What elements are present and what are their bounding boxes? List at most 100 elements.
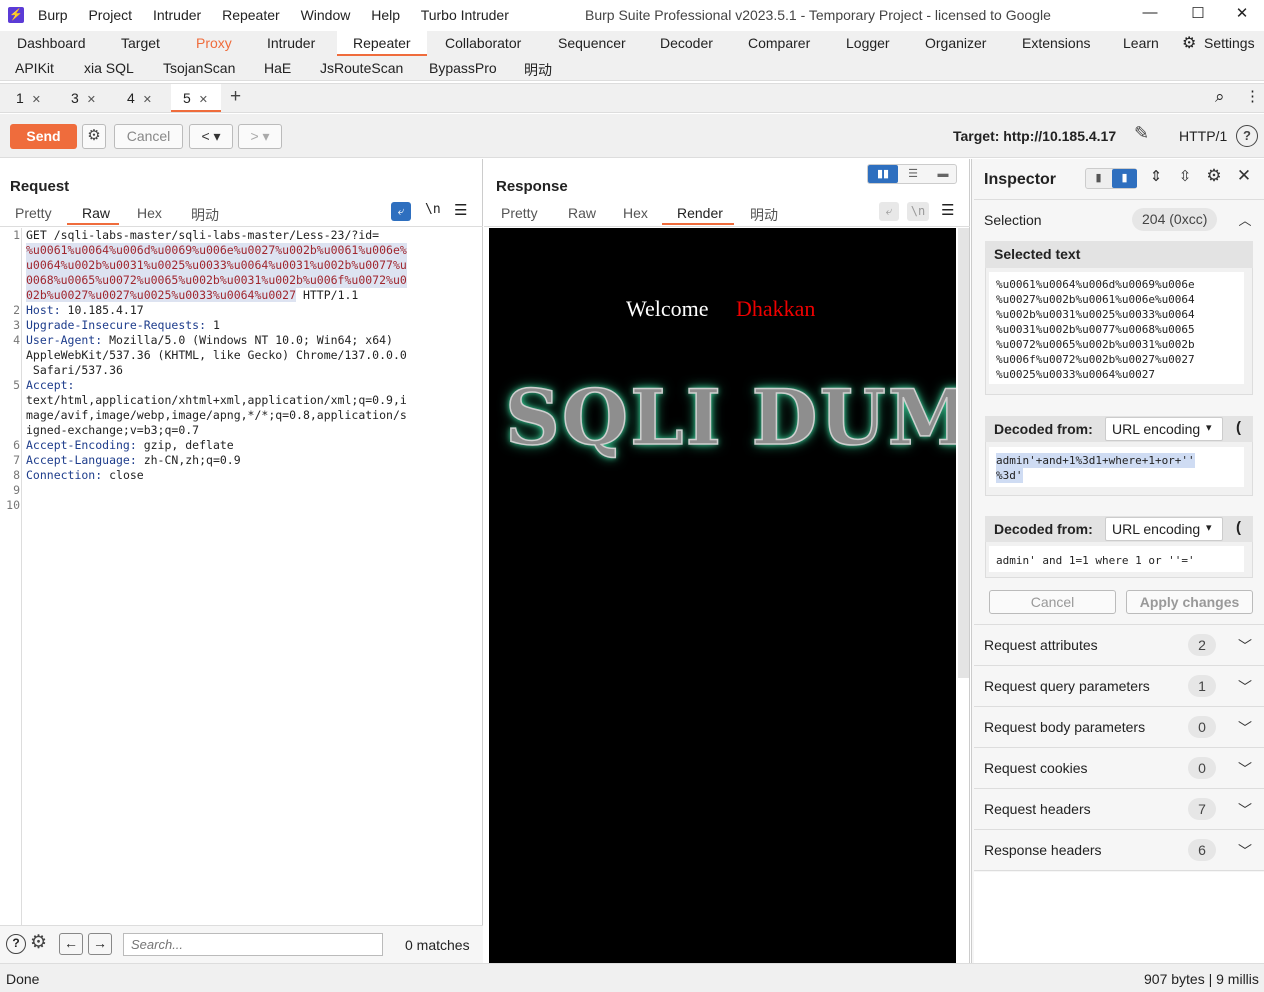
header-value-cont[interactable]: text/html,application/xhtml+xml,applicat… [26, 393, 407, 408]
request-search-input[interactable] [123, 933, 383, 956]
minimize-button[interactable]: — [1140, 4, 1160, 21]
header-value-cont[interactable]: AppleWebKit/537.36 (KHTML, like Gecko) C… [26, 348, 407, 363]
send-button[interactable]: Send [10, 124, 77, 149]
menu-turbo-intruder[interactable]: Turbo Intruder [421, 7, 509, 23]
request-headers-section[interactable]: Request headers 7 ﹀ [974, 789, 1264, 830]
request-query-parameters-section[interactable]: Request query parameters 1 ﹀ [974, 666, 1264, 707]
more-options-icon[interactable]: ⋮ [1245, 87, 1260, 105]
request-body-parameters-section[interactable]: Request body parameters 0 ﹀ [974, 707, 1264, 748]
tab-collaborator[interactable]: Collaborator [445, 35, 521, 51]
header-user-agent[interactable]: User-Agent: Mozilla/5.0 (Windows NT 10.0… [26, 333, 393, 348]
tab-bypasspro[interactable]: BypassPro [429, 60, 497, 76]
close-tab-icon[interactable]: ✕ [143, 94, 152, 106]
search-settings-gear-icon[interactable]: ⚙ [30, 931, 47, 954]
request-attributes-section[interactable]: Request attributes 2 ﹀ [974, 625, 1264, 666]
add-tab-icon[interactable]: + [230, 86, 241, 108]
request-selected-payload-end[interactable]: 02b%u0027%u0027%u0025%u0033%u0064%u0027 … [26, 288, 358, 303]
tab-comparer[interactable]: Comparer [748, 35, 810, 51]
tab-extensions[interactable]: Extensions [1022, 35, 1090, 51]
request-menu-icon[interactable]: ☰ [454, 201, 467, 219]
tab-target[interactable]: Target [121, 35, 160, 51]
collapse-all-icon[interactable]: ⇳ [1175, 167, 1195, 185]
response-headers-section[interactable]: Response headers 6 ﹀ [974, 830, 1264, 871]
cancel-button[interactable]: Cancel [114, 124, 183, 149]
menu-intruder[interactable]: Intruder [153, 7, 201, 23]
request-selected-payload[interactable]: u0064%u002b%u0031%u0025%u0033%u0064%u003… [26, 258, 407, 273]
request-tab-hex[interactable]: Hex [137, 205, 162, 221]
repeater-tab-4[interactable]: 4 ✕ [127, 90, 152, 106]
request-selected-payload[interactable]: %u0061%u0064%u006d%u0069%u006e%u0027%u00… [26, 243, 407, 258]
repeater-tab-5[interactable]: 5 ✕ [183, 90, 208, 106]
decoded-more-icon[interactable]: ( [1236, 419, 1241, 436]
layout-top-bottom-icon[interactable]: ☰ [898, 165, 928, 183]
newline-toggle-icon[interactable]: \n [907, 202, 929, 221]
response-tab-render[interactable]: Render [677, 205, 723, 221]
search-next-arrow-icon[interactable]: → [88, 933, 112, 955]
back-nav-button[interactable]: < ▾ [189, 124, 233, 149]
response-menu-icon[interactable]: ☰ [941, 201, 954, 219]
decoded-more-icon[interactable]: ( [1236, 519, 1241, 536]
inspector-dock-left-icon[interactable]: ▮ [1086, 169, 1111, 188]
layout-side-by-side-icon[interactable]: ▮▮ [868, 165, 898, 183]
menu-help[interactable]: Help [371, 7, 400, 23]
inspector-settings-gear-icon[interactable]: ⚙ [1204, 166, 1224, 186]
tab-sequencer[interactable]: Sequencer [558, 35, 626, 51]
response-tab-mingdong[interactable]: 明动 [750, 205, 778, 225]
settings-gear-icon[interactable]: ⚙ [1182, 33, 1196, 53]
tab-dashboard[interactable]: Dashboard [17, 35, 86, 51]
tab-learn[interactable]: Learn [1123, 35, 1159, 51]
header-upgrade-insecure-requests[interactable]: Upgrade-Insecure-Requests: 1 [26, 318, 220, 333]
inspector-dock-right-icon[interactable]: ▮ [1112, 169, 1137, 188]
request-cookies-section[interactable]: Request cookies 0 ﹀ [974, 748, 1264, 789]
request-line[interactable]: GET /sqli-labs-master/sqli-labs-master/L… [26, 228, 379, 243]
maximize-button[interactable]: ☐ [1188, 4, 1208, 22]
menu-burp[interactable]: Burp [38, 7, 68, 23]
response-tab-raw[interactable]: Raw [568, 205, 596, 221]
tab-mingdong[interactable]: 明动 [524, 60, 552, 80]
chevron-up-icon[interactable]: ︿ [1235, 210, 1255, 229]
inspector-close-icon[interactable]: ✕ [1234, 166, 1254, 186]
tab-decoder[interactable]: Decoder [660, 35, 713, 51]
close-tab-icon[interactable]: ✕ [32, 94, 41, 106]
header-accept-encoding[interactable]: Accept-Encoding: gzip, deflate [26, 438, 234, 453]
layout-tabs-icon[interactable]: ▬ [928, 165, 958, 183]
repeater-tab-3[interactable]: 3 ✕ [71, 90, 96, 106]
tab-repeater[interactable]: Repeater [353, 35, 411, 51]
header-connection[interactable]: Connection: close [26, 468, 144, 483]
decoding-type-select[interactable]: URL encoding ▾ [1105, 517, 1223, 541]
response-scrollbar[interactable] [958, 228, 969, 678]
tab-intruder[interactable]: Intruder [267, 35, 315, 51]
repeater-tab-1[interactable]: 1 ✕ [16, 90, 41, 106]
tab-proxy[interactable]: Proxy [196, 35, 232, 51]
request-tab-pretty[interactable]: Pretty [15, 205, 52, 221]
expand-all-icon[interactable]: ⇕ [1146, 167, 1166, 185]
search-help-icon[interactable]: ? [6, 934, 26, 954]
menu-project[interactable]: Project [88, 7, 132, 23]
tab-settings[interactable]: Settings [1204, 35, 1255, 51]
tab-tsojanscan[interactable]: TsojanScan [163, 60, 235, 76]
tab-apikit[interactable]: APIKit [15, 60, 54, 76]
inspector-cancel-button[interactable]: Cancel [989, 590, 1116, 614]
apply-changes-button[interactable]: Apply changes [1126, 590, 1253, 614]
close-window-button[interactable]: ✕ [1232, 4, 1252, 22]
header-value-cont[interactable]: mage/avif,image/webp,image/apng,*/*;q=0.… [26, 408, 407, 423]
forward-nav-button[interactable]: > ▾ [238, 124, 282, 149]
decoding-type-select[interactable]: URL encoding ▾ [1105, 417, 1223, 441]
header-value-cont[interactable]: Safari/537.36 [26, 363, 123, 378]
tab-xia-sql[interactable]: xia SQL [84, 60, 134, 76]
search-icon[interactable]: ⌕ [1215, 87, 1225, 107]
tab-jsroutescan[interactable]: JsRouteScan [320, 60, 403, 76]
search-prev-arrow-icon[interactable]: ← [59, 933, 83, 955]
menu-window[interactable]: Window [301, 7, 351, 23]
edit-target-pencil-icon[interactable]: ✎ [1134, 123, 1149, 144]
header-accept[interactable]: Accept: [26, 378, 74, 393]
send-settings-gear-icon[interactable]: ⚙ [82, 124, 106, 149]
tab-logger[interactable]: Logger [846, 35, 890, 51]
response-tab-pretty[interactable]: Pretty [501, 205, 538, 221]
header-accept-language[interactable]: Accept-Language: zh-CN,zh;q=0.9 [26, 453, 241, 468]
tab-organizer[interactable]: Organizer [925, 35, 986, 51]
tab-hae[interactable]: HaE [264, 60, 291, 76]
request-selected-payload[interactable]: 0068%u0065%u0072%u0065%u002b%u0031%u002b… [26, 273, 407, 288]
protocol-label[interactable]: HTTP/1 [1179, 128, 1227, 144]
help-icon[interactable]: ? [1236, 125, 1258, 147]
